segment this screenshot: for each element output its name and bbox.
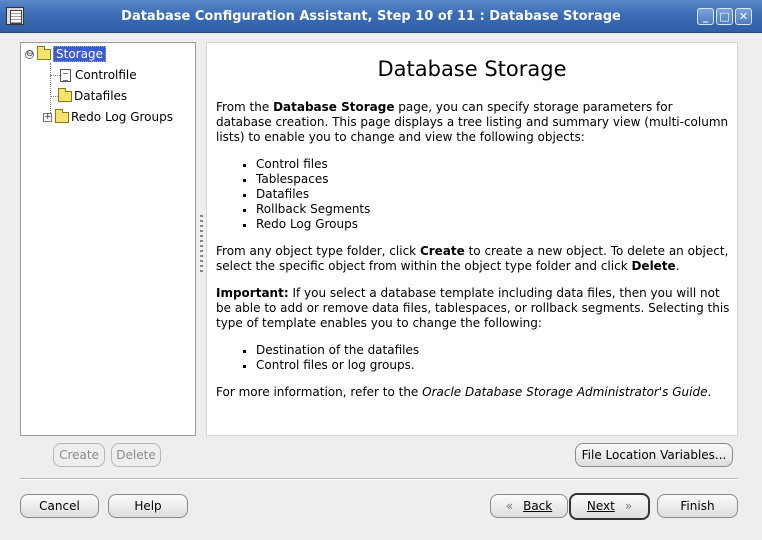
maximize-button[interactable]: □ <box>716 8 733 25</box>
storage-tree[interactable]: ⊖ Storage Controlfile Datafiles + Redo L… <box>20 42 196 436</box>
next-arrow-icon: » <box>624 499 633 513</box>
important-paragraph: Important: If you select a database temp… <box>216 286 730 330</box>
divider <box>20 478 738 480</box>
tree-item-redo-log-groups[interactable]: + Redo Log Groups <box>43 108 173 126</box>
window-title: Database Configuration Assistant, Step 1… <box>121 9 621 24</box>
create-button[interactable]: Create <box>53 443 105 467</box>
list-item: Tablespaces <box>240 172 731 187</box>
tree-item-label: Storage <box>53 46 106 62</box>
folder-icon <box>58 87 72 102</box>
tree-item-label: Datafiles <box>74 89 128 103</box>
finish-button[interactable]: Finish <box>657 494 738 518</box>
tree-connector <box>50 96 58 97</box>
folder-icon <box>55 108 69 123</box>
more-info-paragraph: For more information, refer to the Oracl… <box>216 385 712 399</box>
tree-connector <box>50 75 60 76</box>
content-title: Database Storage <box>377 57 567 81</box>
file-location-variables-button[interactable]: File Location Variables... <box>575 443 733 467</box>
objects-list: Control files Tablespaces Datafiles Roll… <box>240 157 731 232</box>
close-button[interactable]: ✕ <box>735 8 752 25</box>
help-button[interactable]: Help <box>108 494 188 518</box>
back-arrow-icon: « <box>505 499 514 513</box>
list-item: Destination of the datafiles <box>240 343 731 358</box>
content-body: From the Database Storage page, you can … <box>216 100 731 412</box>
file-icon <box>60 68 71 82</box>
list-item: Datafiles <box>240 187 731 202</box>
folder-open-icon <box>37 45 51 60</box>
collapse-icon[interactable]: ⊖ <box>25 49 34 59</box>
tree-item-label: Controlfile <box>75 68 137 82</box>
next-button[interactable]: Next » <box>569 493 650 520</box>
delete-button[interactable]: Delete <box>111 443 161 467</box>
changeable-list: Destination of the datafiles Control fil… <box>240 343 731 373</box>
create-delete-paragraph: From any object type folder, click Creat… <box>216 244 729 273</box>
intro-paragraph: From the Database Storage page, you can … <box>216 100 729 144</box>
list-item: Control files or log groups. <box>240 358 731 373</box>
back-button[interactable]: « Back <box>490 494 568 518</box>
tree-item-datafiles[interactable]: Datafiles <box>58 87 127 105</box>
expand-icon[interactable]: + <box>43 112 52 122</box>
help-content-panel: Database Storage From the Database Stora… <box>206 42 738 436</box>
tree-item-controlfile[interactable]: Controlfile <box>60 66 137 84</box>
next-label: Next <box>586 499 615 513</box>
tree-item-storage[interactable]: ⊖ Storage <box>25 45 106 63</box>
tree-item-label: Redo Log Groups <box>71 110 173 124</box>
panel-splitter[interactable] <box>200 215 203 275</box>
list-item: Control files <box>240 157 731 172</box>
list-item: Rollback Segments <box>240 202 731 217</box>
list-item: Redo Log Groups <box>240 217 731 232</box>
minimize-button[interactable]: _ <box>697 8 714 25</box>
back-label: Back <box>523 499 553 513</box>
cancel-button[interactable]: Cancel <box>20 494 99 518</box>
title-bar: Database Configuration Assistant, Step 1… <box>0 0 762 33</box>
